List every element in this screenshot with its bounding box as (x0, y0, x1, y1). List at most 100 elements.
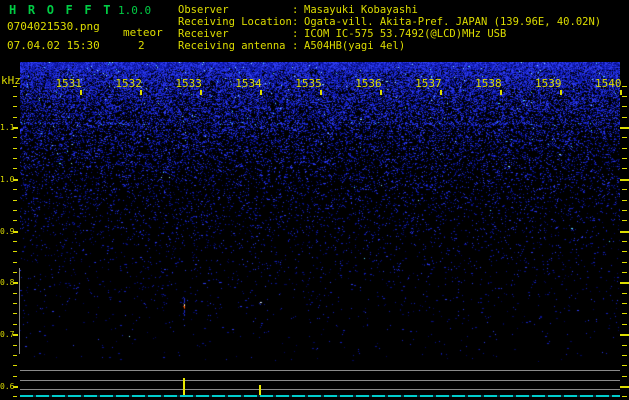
time-label: 1532 (115, 77, 142, 90)
datetime: 07.04.02 15:30 (7, 39, 100, 52)
freq-tick-major (620, 231, 629, 233)
freq-tick-minor (622, 324, 627, 325)
freq-tick-minor (622, 210, 627, 211)
freq-tick-major (620, 179, 629, 181)
freq-tick-minor (622, 137, 627, 138)
info-label-receiver: Receiver (178, 28, 229, 40)
time-label: 1539 (535, 77, 562, 90)
freq-tick-minor (13, 200, 17, 201)
freq-tick-minor (13, 117, 17, 118)
freq-tick-minor (13, 345, 17, 346)
info-colon: : (292, 4, 299, 16)
freq-tick-minor (622, 106, 627, 107)
freq-tick-minor (13, 396, 17, 397)
freq-tick-minor (622, 365, 627, 366)
freq-tick-minor (13, 365, 17, 366)
freq-label: 1.1 (0, 123, 15, 132)
power-grid-line (20, 370, 620, 371)
freq-tick-minor (622, 86, 627, 87)
filename: 0704021530.png (7, 20, 100, 33)
time-tick (500, 90, 502, 95)
info-value-location: Ogata-vill. Akita-Pref. JAPAN (139.96E, … (304, 16, 602, 28)
time-label: 1536 (355, 77, 382, 90)
meteor-count: 2 (138, 39, 145, 52)
time-tick (440, 90, 442, 95)
freq-tick-minor (622, 293, 627, 294)
info-colon: : (292, 40, 299, 52)
time-tick (620, 90, 622, 95)
time-label: 1534 (235, 77, 262, 90)
app-version: 1.0.0 (118, 4, 152, 17)
freq-tick-minor (622, 355, 627, 356)
freq-label: 0.8 (0, 278, 15, 287)
time-tick (80, 90, 82, 95)
freq-tick-minor (13, 272, 17, 273)
freq-tick-major (620, 282, 629, 284)
info-value-receiver: ICOM IC-575 53.7492(@LCD)MHz USB (304, 28, 507, 40)
freq-unit-label: kHz (1, 74, 21, 87)
freq-tick-minor (13, 313, 17, 314)
freq-tick-minor (13, 158, 17, 159)
freq-tick-minor (13, 251, 17, 252)
freq-tick-minor (622, 251, 627, 252)
mode-label: meteor (123, 26, 163, 39)
info-label-antenna: Receiving antenna (178, 40, 286, 52)
freq-tick-major (620, 386, 629, 388)
freq-tick-minor (13, 189, 17, 190)
freq-label: 0.6 (0, 382, 15, 391)
time-tick (560, 90, 562, 95)
freq-tick-minor (622, 220, 627, 221)
echo-spike (183, 378, 185, 395)
freq-label: 0.7 (0, 330, 15, 339)
freq-tick-minor (13, 106, 17, 107)
info-value-observer: Masayuki Kobayashi (304, 4, 418, 16)
app-title: H R O F F T (9, 3, 113, 17)
freq-tick-minor (622, 376, 627, 377)
freq-tick-minor (13, 303, 17, 304)
freq-tick-major (620, 334, 629, 336)
freq-tick-minor (13, 86, 17, 87)
time-tick (140, 90, 142, 95)
info-value-antenna: A504HB(yagi 4el) (304, 40, 406, 52)
freq-label: 0.9 (0, 227, 15, 236)
freq-tick-minor (622, 117, 627, 118)
freq-tick-minor (13, 168, 17, 169)
freq-tick-minor (622, 313, 627, 314)
echo-spike (259, 385, 261, 395)
time-label: 1537 (415, 77, 442, 90)
freq-tick-minor (622, 158, 627, 159)
time-label: 1533 (175, 77, 202, 90)
freq-tick-minor (622, 96, 627, 97)
freq-tick-minor (13, 137, 17, 138)
freq-tick-minor (622, 262, 627, 263)
time-label: 1540 (595, 77, 622, 90)
hrofft-screen: H R O F F T 1.0.0 0704021530.png meteor … (0, 0, 629, 400)
power-grid-line (20, 389, 620, 390)
power-grid-line (20, 380, 620, 381)
freq-tick-minor (13, 293, 17, 294)
noise-baseline (20, 395, 620, 397)
freq-tick-minor (13, 355, 17, 356)
info-colon: : (292, 28, 299, 40)
freq-tick-minor (622, 345, 627, 346)
info-colon: : (292, 16, 299, 28)
freq-tick-minor (13, 376, 17, 377)
freq-tick-minor (622, 272, 627, 273)
info-label-location: Receiving Location (178, 16, 292, 28)
freq-tick-minor (13, 241, 17, 242)
info-label-observer: Observer (178, 4, 229, 16)
time-tick (380, 90, 382, 95)
freq-tick-minor (622, 396, 627, 397)
freq-tick-minor (622, 200, 627, 201)
freq-label: 1.0 (0, 175, 15, 184)
freq-tick-minor (622, 168, 627, 169)
time-label: 1531 (55, 77, 82, 90)
time-tick (200, 90, 202, 95)
time-tick (260, 90, 262, 95)
freq-tick-major (620, 127, 629, 129)
time-tick (320, 90, 322, 95)
freq-tick-minor (13, 324, 17, 325)
freq-tick-minor (622, 303, 627, 304)
freq-tick-minor (622, 148, 627, 149)
spectrogram-canvas (20, 62, 620, 362)
